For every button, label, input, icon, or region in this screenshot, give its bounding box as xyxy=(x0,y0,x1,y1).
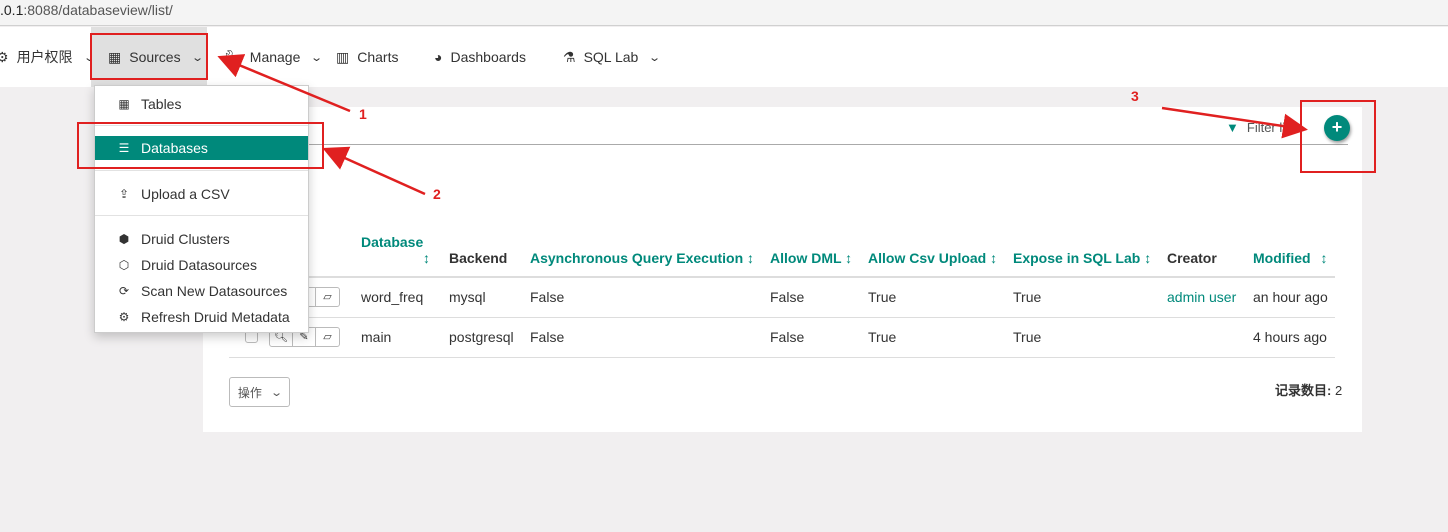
menu-item-druid-datasources[interactable]: ⬡ Druid Datasources xyxy=(95,253,308,277)
header-modified[interactable]: Modified ↕ xyxy=(1245,232,1335,278)
flask-icon: ⚗ xyxy=(563,48,576,65)
creator-link[interactable]: admin user xyxy=(1167,289,1236,305)
menu-item-upload-csv[interactable]: ⇪ Upload a CSV xyxy=(95,182,308,206)
cell-allow-dml: False xyxy=(762,277,860,318)
cell-expose: True xyxy=(1005,277,1159,318)
annotation-label-3: 3 xyxy=(1131,88,1139,104)
nav-label: 用户权限 xyxy=(16,49,73,65)
header-allow-csv[interactable]: Allow Csv Upload ↕ xyxy=(860,232,1005,278)
dashboard-icon: ◕ xyxy=(434,49,443,65)
annotation-label-2: 2 xyxy=(433,186,441,202)
divider xyxy=(95,125,308,126)
cell-modified: 4 hours ago xyxy=(1245,317,1335,358)
url-host: .0.1 xyxy=(0,2,24,18)
record-count-label: 记录数目: xyxy=(1275,383,1332,398)
divider xyxy=(95,215,308,216)
chevron-down-icon: ⌄ xyxy=(270,386,283,399)
menu-item-tables[interactable]: ▦ Tables xyxy=(95,92,308,116)
gear-icon: ⚙ xyxy=(118,310,130,324)
header-database[interactable]: Database ↕ xyxy=(353,232,441,278)
eraser-icon[interactable]: ▱ xyxy=(316,328,339,346)
menu-item-druid-clusters[interactable]: ⬢ Druid Clusters xyxy=(95,227,308,251)
add-database-button[interactable]: + xyxy=(1324,115,1350,141)
cell-async: False xyxy=(522,277,762,318)
header-backend: Backend xyxy=(441,232,522,278)
record-count: 记录数目: 2 xyxy=(1275,380,1342,399)
cell-allow-csv: True xyxy=(860,317,1005,358)
cell-expose: True xyxy=(1005,317,1159,358)
record-count-value: 2 xyxy=(1334,383,1343,398)
nav-manage[interactable]: 🔧︎ Manage ⌄ xyxy=(224,27,324,87)
table-row: 🔍︎ ✎ ▱ main postgresql False False True Tr… xyxy=(229,317,1335,358)
divider xyxy=(95,170,308,171)
divider xyxy=(203,144,1348,145)
nav-label: SQL Lab xyxy=(583,49,639,65)
wrench-icon: 🔧︎ xyxy=(224,48,242,65)
refresh-icon: ⟳ xyxy=(118,284,130,298)
table-row: 🔍︎✎▱ word_freq mysql False False True Tr… xyxy=(229,277,1335,318)
chevron-down-icon: ⌄ xyxy=(648,51,662,64)
url-path: :8088/databaseview/list/ xyxy=(23,2,173,18)
actions-label: 操作 xyxy=(237,385,262,400)
nav-label: Charts xyxy=(357,49,399,65)
navbar: ⚙ 用户权限 ⌄ ▦ Sources ⌄ 🔧︎ Manage ⌄ ▥ Charts ◕ Dash… xyxy=(0,27,1448,87)
cell-database: word_freq xyxy=(353,277,441,318)
nav-label: Sources xyxy=(129,49,181,65)
chevron-down-icon: ⌄ xyxy=(190,51,204,64)
cell-async: False xyxy=(522,317,762,358)
cell-allow-csv: True xyxy=(860,277,1005,318)
nav-dashboards[interactable]: ◕ Dashboards xyxy=(434,27,526,87)
header-async[interactable]: Asynchronous Query Execution ↕ xyxy=(522,232,762,278)
filter-list-button[interactable]: ▼ Filter list xyxy=(1226,120,1295,135)
menu-item-refresh-metadata[interactable]: ⚙ Refresh Druid Metadata xyxy=(95,305,308,329)
sources-dropdown-menu: ▦ Tables ☰ Databases ⇪ Upload a CSV ⬢ Druid … xyxy=(94,85,309,333)
cell-allow-dml: False xyxy=(762,317,860,358)
chevron-down-icon: ⌄ xyxy=(310,51,324,64)
database-table: Database ↕ Backend Asynchronous Query Exe… xyxy=(229,232,1335,358)
cell-modified: an hour ago xyxy=(1245,277,1335,318)
users-icon: ⚙ xyxy=(0,48,9,65)
table-icon: ▦ xyxy=(108,48,122,65)
nav-sql-lab[interactable]: ⚗ SQL Lab ⌄ xyxy=(563,27,662,87)
nav-charts[interactable]: ▥ Charts xyxy=(336,27,398,87)
cubes-icon: ⬢ xyxy=(118,232,130,246)
cell-database: main xyxy=(353,317,441,358)
nav-sources[interactable]: ▦ Sources ⌄ xyxy=(91,27,207,87)
filter-label: Filter list xyxy=(1246,120,1296,135)
filter-icon: ▼ xyxy=(1226,120,1239,135)
database-icon: ☰ xyxy=(118,141,130,155)
nav-label: Dashboards xyxy=(450,49,526,65)
bar-chart-icon: ▥ xyxy=(336,48,350,65)
eraser-icon[interactable]: ▱ xyxy=(316,288,339,306)
cube-icon: ⬡ xyxy=(118,258,130,272)
nav-label: Manage xyxy=(249,49,301,65)
cell-backend: postgresql xyxy=(441,317,522,358)
address-bar[interactable]: .0.1:8088/databaseview/list/ xyxy=(0,0,1448,26)
annotation-label-1: 1 xyxy=(359,106,367,122)
header-creator: Creator xyxy=(1159,232,1245,278)
upload-icon: ⇪ xyxy=(118,187,130,201)
cell-backend: mysql xyxy=(441,277,522,318)
header-allow-dml[interactable]: Allow DML ↕ xyxy=(762,232,860,278)
actions-dropdown[interactable]: 操作 ⌄ xyxy=(229,377,290,407)
menu-item-scan-datasources[interactable]: ⟳ Scan New Datasources xyxy=(95,279,308,303)
header-expose-sql-lab[interactable]: Expose in SQL Lab ↕ xyxy=(1005,232,1159,278)
nav-user-permissions[interactable]: ⚙ 用户权限 ⌄ xyxy=(0,27,96,87)
menu-item-databases[interactable]: ☰ Databases xyxy=(95,136,308,160)
table-icon: ▦ xyxy=(118,97,130,111)
